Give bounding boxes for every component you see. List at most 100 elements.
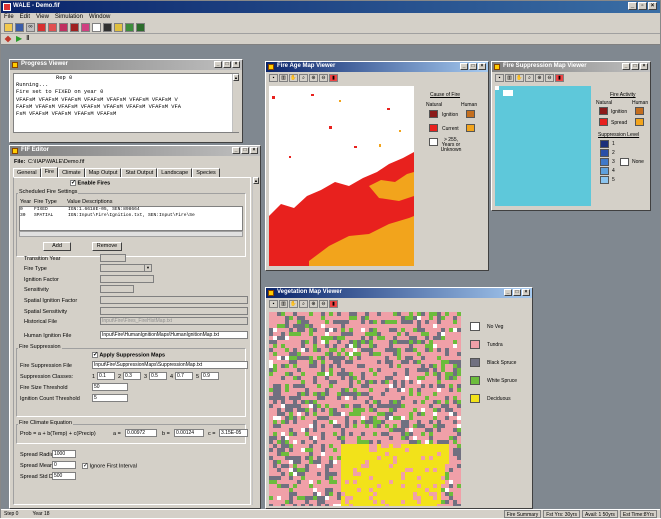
scroll-up-arrow-icon[interactable]: ▲ [253,177,259,184]
save-icon[interactable]: ▪ [495,74,504,82]
remove-button[interactable]: Remove [92,242,122,251]
maximize-button[interactable]: □ [631,63,639,70]
apply-suppression-row[interactable]: ✓ Apply Suppression Maps [92,352,165,358]
close-button[interactable]: × [232,61,240,68]
play-icon[interactable]: ▶ [16,35,22,43]
zoom-in-icon[interactable]: ⊕ [309,74,318,82]
spread-mean-input[interactable]: 0 [52,461,76,469]
menu-window[interactable]: Window [89,13,110,22]
chart2-icon[interactable] [59,23,68,32]
spatial-ignition-input[interactable] [100,296,248,304]
tab-species[interactable]: Species [192,168,220,177]
historical-file-input[interactable]: Input\Fire\Fires_FireHistMap.txt [100,317,248,325]
maximize-button[interactable]: □ [469,63,477,70]
save-icon[interactable]: ▪ [269,300,278,308]
sensitivity-input[interactable] [100,285,134,293]
ignition-factor-input[interactable] [100,275,154,283]
suppression-map[interactable] [495,86,591,206]
tab-fire[interactable]: Fire [40,167,59,177]
fire-age-map[interactable] [269,86,414,266]
class-5-input[interactable]: 0.9 [201,372,219,380]
map-icon[interactable] [92,23,101,32]
menu-file[interactable]: File [4,13,14,22]
chart3-icon[interactable] [70,23,79,32]
tab-landscape[interactable]: Landscape [157,168,193,177]
ruler-icon[interactable]: ∞ [26,23,35,32]
chart4-icon[interactable] [81,23,90,32]
layers-icon[interactable] [114,23,123,32]
hand-icon[interactable]: ✋ [289,74,298,82]
spread-stddev-input[interactable]: 500 [52,472,76,480]
tree-icon[interactable] [125,23,134,32]
ignore-first-checkbox[interactable]: ✓ [82,463,88,469]
schedule-table[interactable]: 0 FIXED IGN:1.6618E-05, SEN:898664 30 SPATI… [19,206,243,231]
progress-viewer-titlebar[interactable]: Progress Viewer _ □ × [10,60,242,70]
minimize-button[interactable]: _ [214,61,222,68]
chart-icon[interactable]: ▥ [279,300,288,308]
zoom-icon[interactable]: ⌕ [525,74,534,82]
close-button[interactable]: × [478,63,486,70]
open-folder-icon[interactable] [4,23,13,32]
fire-type-select[interactable]: ▼ [100,264,152,272]
zoom-icon[interactable]: ⌕ [299,300,308,308]
chevron-down-icon[interactable]: ▼ [144,265,151,271]
chart-icon[interactable] [48,23,57,32]
vegetation-map[interactable] [269,312,461,508]
ignore-first-row[interactable]: ✓ Ignore First Interval [82,463,137,469]
minimize-button[interactable]: _ [460,63,468,70]
stop-sign-icon[interactable] [37,23,46,32]
grid-icon[interactable] [103,23,112,32]
chart-icon[interactable]: ▥ [505,74,514,82]
table-row[interactable]: 30 SPATIAL IGN:Input\Fire\Ignition.txt, SE… [20,213,242,219]
menu-edit[interactable]: Edit [20,13,30,22]
enable-fires-row[interactable]: ✓ Enable Fires [70,180,110,186]
zoom-icon[interactable]: ⌕ [299,74,308,82]
palette-icon[interactable]: ▮ [329,74,338,82]
menu-view[interactable]: View [36,13,49,22]
palette-icon[interactable]: ▮ [329,300,338,308]
class-4-input[interactable]: 0.7 [175,372,193,380]
close-button[interactable]: × [648,2,657,10]
maximize-button[interactable]: □ [513,289,521,296]
apply-suppression-checkbox[interactable]: ✓ [92,352,98,358]
pencil-icon[interactable] [4,35,12,43]
maximize-button[interactable]: ▫ [638,2,647,10]
tab-general[interactable]: General [13,168,41,177]
enable-fires-checkbox[interactable]: ✓ [70,180,76,186]
minimize-button[interactable]: _ [232,147,240,154]
tab-map-output[interactable]: Map Output [84,168,122,177]
zoom-out-icon[interactable]: ⊖ [545,74,554,82]
zoom-out-icon[interactable]: ⊖ [319,300,328,308]
fif-editor-titlebar[interactable]: FIF Editor _ □ × [10,146,260,156]
close-button[interactable]: × [250,147,258,154]
save-icon[interactable]: ▪ [269,74,278,82]
table-hscrollbar[interactable] [19,231,243,237]
c-input[interactable]: 3.15E-05 [219,429,248,437]
add-button[interactable]: Add [43,242,71,251]
minimize-button[interactable]: _ [628,2,637,10]
pause-icon[interactable]: Ⅱ [26,35,29,43]
transition-year-input[interactable] [100,254,126,262]
save-icon[interactable] [15,23,24,32]
maximize-button[interactable]: □ [223,61,231,68]
editor-scrollbar[interactable]: ▲ [252,177,259,505]
fire-size-input[interactable]: 50 [92,383,128,391]
a-input[interactable]: 0.00972 [125,429,157,437]
spatial-sensitivity-input[interactable] [100,307,248,315]
hand-icon[interactable]: ✋ [515,74,524,82]
minimize-button[interactable]: _ [504,289,512,296]
fire-age-titlebar[interactable]: Fire Age Map Viewer _ □ × [266,62,488,72]
hand-icon[interactable]: ✋ [289,300,298,308]
suppression-map-titlebar[interactable]: Fire Suppression Map Viewer _ □ × [492,62,650,72]
class-2-input[interactable]: 0.3 [123,372,141,380]
ignition-count-input[interactable]: 5 [92,394,128,402]
b-input[interactable]: 0.00124 [174,429,204,437]
human-ignition-input[interactable]: Input\Fire\HumanIgnitionMaps\HumanIgniti… [100,331,248,339]
close-button[interactable]: × [522,289,530,296]
class-3-input[interactable]: 0.5 [149,372,167,380]
spread-radius-input[interactable]: 1000 [52,450,76,458]
chart-icon[interactable]: ▥ [279,74,288,82]
class-1-input[interactable]: 0.1 [97,372,115,380]
zoom-out-icon[interactable]: ⊖ [319,74,328,82]
scroll-up-arrow-icon[interactable]: ▲ [233,74,239,81]
